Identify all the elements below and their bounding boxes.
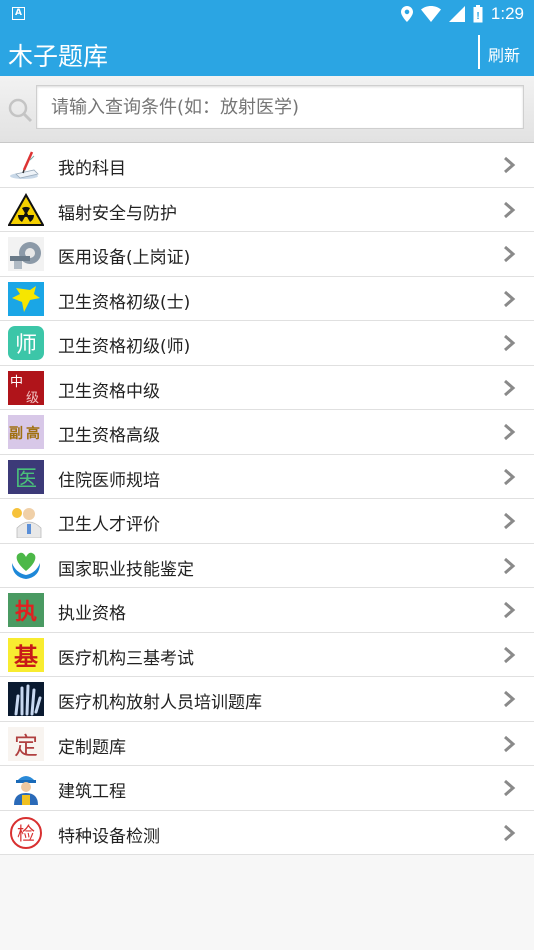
list-item-label: 我的科目 — [58, 159, 126, 179]
list-item-label: 执业资格 — [58, 604, 126, 624]
search-bar — [0, 76, 534, 143]
list-item[interactable]: 医疗机构放射人员培训题库 — [0, 677, 534, 722]
page-title: 木子题库 — [8, 42, 109, 71]
signal-icon — [448, 6, 465, 22]
list-item[interactable]: 副 高 卫生资格高级 — [0, 410, 534, 455]
svg-text:医: 医 — [15, 467, 37, 492]
chevron-right-icon — [504, 201, 516, 218]
list-item-label: 卫生资格初级(师) — [58, 337, 191, 357]
status-icons: ! 1:29 — [400, 3, 524, 25]
search-icon[interactable] — [7, 97, 33, 123]
list-item-label: 医用设备(上岗证) — [58, 248, 191, 268]
svg-text:基: 基 — [14, 642, 39, 671]
list-item[interactable]: 卫生人才评价 — [0, 499, 534, 544]
chevron-right-icon — [504, 245, 516, 263]
list-item-label: 住院医师规培 — [58, 470, 160, 491]
list-item[interactable]: 基 医疗机构三基考试 — [0, 633, 534, 677]
shi-character-icon: 师 — [8, 326, 44, 360]
list-item-label: 卫生资格中级 — [58, 381, 160, 402]
chevron-right-icon — [504, 379, 516, 396]
list-item-label: 卫生资格初级(士) — [58, 292, 191, 313]
search-input[interactable] — [36, 85, 524, 129]
notification-icon: A — [12, 7, 25, 20]
list-item[interactable]: 定 定制题库 — [0, 722, 534, 766]
construction-worker-icon — [14, 776, 38, 805]
chevron-right-icon — [504, 690, 516, 708]
list-item-label: 定制题库 — [58, 737, 126, 758]
list-item[interactable]: 检 特种设备检测 — [0, 811, 534, 855]
list-item-label: 国家职业技能鉴定 — [58, 559, 194, 580]
list-item-label: 卫生资格高级 — [58, 426, 160, 446]
chevron-right-icon — [504, 512, 516, 530]
chevron-right-icon — [504, 156, 516, 174]
list-item[interactable]: 师 卫生资格初级(师) — [0, 321, 534, 366]
yi-character-icon: 医 — [8, 459, 44, 494]
chevron-right-icon — [504, 334, 516, 352]
list-item-label: 医疗机构三基考试 — [58, 648, 194, 669]
list-item[interactable]: 我的科目 — [0, 143, 534, 188]
list-item[interactable]: 执 执业资格 — [0, 588, 534, 633]
list-item-label: 医疗机构放射人员培训题库 — [58, 693, 262, 713]
ji-character-icon: 基 — [8, 637, 44, 672]
list-item[interactable]: 建筑工程 — [0, 766, 534, 811]
svg-text:检: 检 — [17, 824, 35, 845]
list-item[interactable]: 辐射安全与防护 — [0, 188, 534, 232]
chevron-right-icon — [504, 557, 516, 574]
list-item-label: 建筑工程 — [58, 782, 126, 802]
svg-text:师: 师 — [15, 333, 37, 358]
svg-text:执: 执 — [15, 600, 37, 625]
zhi-character-icon: 执 — [8, 593, 44, 627]
chevron-right-icon — [504, 290, 516, 307]
svg-text:!: ! — [476, 11, 479, 22]
svg-text:级: 级 — [26, 391, 39, 405]
svg-text:副: 副 — [9, 426, 23, 442]
list-item-label: 辐射安全与防护 — [58, 203, 177, 224]
chevron-right-icon — [504, 735, 516, 752]
jian-seal-icon: 检 — [10, 816, 42, 849]
svg-text:高: 高 — [26, 425, 40, 442]
refresh-button[interactable]: 刷新 — [488, 42, 520, 66]
xray-hand-icon — [8, 682, 44, 716]
chevron-right-icon — [504, 779, 516, 797]
list-item[interactable]: 卫生资格初级(士) — [0, 277, 534, 321]
status-bar: A ! 1:29 — [0, 0, 534, 29]
chevron-right-icon — [504, 824, 516, 841]
appbar-divider — [478, 35, 480, 69]
ct-scanner-icon — [8, 237, 44, 271]
list-item[interactable]: 医用设备(上岗证) — [0, 232, 534, 277]
radiation-warning-icon — [8, 192, 44, 226]
app-bar: 木子题库 刷新 — [0, 29, 534, 76]
zhongji-icon: 中 级 — [8, 370, 44, 405]
chevron-right-icon — [504, 601, 516, 619]
doctor-person-icon — [12, 508, 42, 538]
location-icon — [400, 6, 413, 22]
wifi-icon — [420, 6, 441, 22]
fugao-icon: 副 高 — [8, 415, 44, 449]
heart-hands-icon — [12, 552, 40, 579]
list-item[interactable]: 医 住院医师规培 — [0, 455, 534, 499]
chevron-right-icon — [504, 468, 516, 485]
list-item-label: 卫生人才评价 — [58, 515, 160, 535]
status-time: 1:29 — [490, 4, 524, 23]
chevron-right-icon — [504, 423, 516, 441]
nurse-star-icon — [8, 281, 44, 316]
subject-list: 我的科目 辐射安全与防护 医用设备(上岗证) 卫生资格初级(士) 师 卫生资格初… — [0, 143, 534, 855]
battery-icon: ! — [473, 5, 483, 23]
svg-text:中: 中 — [10, 375, 23, 390]
ding-character-icon: 定 — [8, 726, 44, 761]
svg-text:定: 定 — [14, 732, 38, 760]
list-item[interactable]: 国家职业技能鉴定 — [0, 544, 534, 588]
chevron-right-icon — [504, 646, 516, 663]
list-item[interactable]: 中 级 卫生资格中级 — [0, 366, 534, 410]
list-item-label: 特种设备检测 — [58, 826, 160, 847]
pen-paper-icon — [10, 151, 39, 179]
